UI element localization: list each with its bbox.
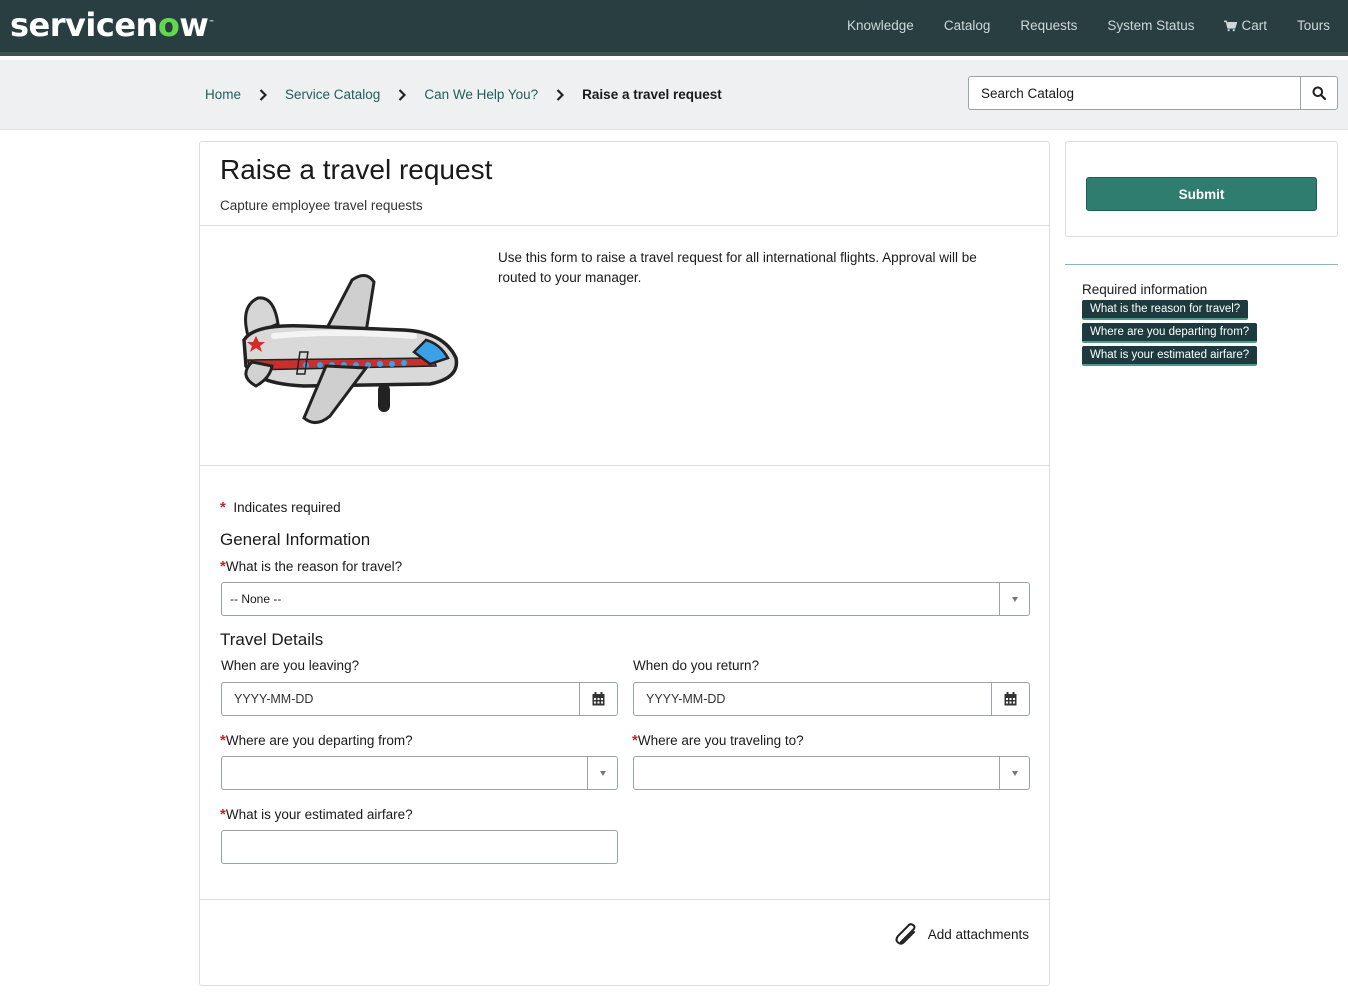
reason-select[interactable]: -- None -- xyxy=(221,582,1030,616)
paperclip-icon xyxy=(895,923,916,945)
calendar-icon xyxy=(592,692,605,706)
reason-label: *What is the reason for travel? xyxy=(220,558,402,575)
calendar-button[interactable] xyxy=(991,683,1029,715)
calendar-icon xyxy=(1004,692,1017,706)
dropdown-arrow-icon[interactable] xyxy=(587,757,617,789)
chevron-right-icon xyxy=(399,88,407,101)
required-star: * xyxy=(220,499,226,516)
catalog-search xyxy=(968,76,1338,110)
leaving-date-field[interactable]: YYYY-MM-DD xyxy=(221,682,618,716)
divider xyxy=(1065,264,1338,265)
attachments-section: Add attachments xyxy=(200,900,1049,984)
dropdown-arrow-icon[interactable] xyxy=(999,757,1029,789)
catalog-item-panel: Raise a travel request Capture employee … xyxy=(199,141,1050,986)
nav-cart[interactable]: Cart xyxy=(1224,18,1267,33)
nav-cart-label: Cart xyxy=(1241,18,1267,33)
reason-select-value: -- None -- xyxy=(230,592,282,606)
variables-form: * Indicates required General Information… xyxy=(200,466,1049,900)
return-date-field[interactable]: YYYY-MM-DD xyxy=(633,682,1030,716)
add-attachments-label: Add attachments xyxy=(927,926,1029,942)
cart-icon xyxy=(1224,20,1238,31)
nav-catalog[interactable]: Catalog xyxy=(944,18,991,33)
section-travel-details: Travel Details xyxy=(220,630,324,649)
submit-panel: Submit xyxy=(1065,141,1338,237)
return-date-placeholder: YYYY-MM-DD xyxy=(646,692,726,706)
chevron-right-icon xyxy=(556,88,565,101)
required-legend-text: Indicates required xyxy=(233,500,341,515)
dropdown-arrow-icon[interactable] xyxy=(999,583,1029,615)
breadcrumb-can-we-help[interactable]: Can We Help You? xyxy=(424,87,538,102)
breadcrumb-service-catalog[interactable]: Service Catalog xyxy=(285,87,380,102)
section-general-information: General Information xyxy=(220,530,371,549)
nav-requests[interactable]: Requests xyxy=(1020,18,1077,33)
item-header: Raise a travel request Capture employee … xyxy=(200,142,1049,226)
airplane-image xyxy=(242,274,459,424)
leaving-date-placeholder: YYYY-MM-DD xyxy=(234,692,314,706)
chevron-right-icon xyxy=(259,88,268,101)
traveling-label-text: Where are you traveling to? xyxy=(637,733,804,748)
calendar-button[interactable] xyxy=(579,683,617,715)
reason-label-text: What is the reason for travel? xyxy=(225,559,403,574)
airfare-input[interactable] xyxy=(221,830,618,864)
breadcrumb-bar: Home Service Catalog Can We Help You? Ra… xyxy=(0,60,1348,130)
breadcrumb-current: Raise a travel request xyxy=(582,87,722,102)
add-attachments-button[interactable]: Add attachments xyxy=(894,922,1029,946)
leaving-label: When are you leaving? xyxy=(221,658,360,673)
item-subtitle: Capture employee travel requests xyxy=(220,198,423,213)
required-information: Required information What is the reason … xyxy=(1082,282,1258,369)
return-label: When do you return? xyxy=(633,658,760,673)
departing-label: *Where are you departing from? xyxy=(220,732,413,749)
traveling-label: *Where are you traveling to? xyxy=(632,732,804,749)
required-item-reason[interactable]: What is the reason for travel? xyxy=(1082,300,1249,320)
nav-knowledge[interactable]: Knowledge xyxy=(847,18,914,33)
item-description-section: Use this form to raise a travel request … xyxy=(200,226,1049,466)
nav-system-status[interactable]: System Status xyxy=(1107,18,1194,33)
main-nav: Knowledge Catalog Requests System Status… xyxy=(847,18,1330,33)
departing-label-text: Where are you departing from? xyxy=(225,733,413,748)
item-description: Use this form to raise a travel request … xyxy=(498,250,977,285)
airfare-label-text: What is your estimated airfare? xyxy=(225,807,413,822)
breadcrumb-home[interactable]: Home xyxy=(205,87,241,102)
top-navbar: servicenow™ Knowledge Catalog Requests S… xyxy=(0,0,1348,56)
required-legend: * Indicates required xyxy=(220,499,341,516)
airfare-label: *What is your estimated airfare? xyxy=(220,806,413,823)
search-icon xyxy=(1312,86,1326,100)
search-input[interactable] xyxy=(968,76,1300,110)
required-information-title: Required information xyxy=(1082,282,1208,297)
traveling-select[interactable] xyxy=(633,756,1030,790)
nav-tours[interactable]: Tours xyxy=(1297,18,1330,33)
submit-button[interactable]: Submit xyxy=(1086,177,1317,211)
search-button[interactable] xyxy=(1300,76,1338,110)
required-item-airfare[interactable]: What is your estimated airfare? xyxy=(1082,346,1258,366)
servicenow-logo[interactable]: servicenow™ xyxy=(10,6,214,44)
breadcrumb: Home Service Catalog Can We Help You? Ra… xyxy=(205,87,722,102)
required-item-departing[interactable]: Where are you departing from? xyxy=(1082,323,1258,343)
departing-select[interactable] xyxy=(221,756,618,790)
page-title: Raise a travel request xyxy=(220,154,493,185)
